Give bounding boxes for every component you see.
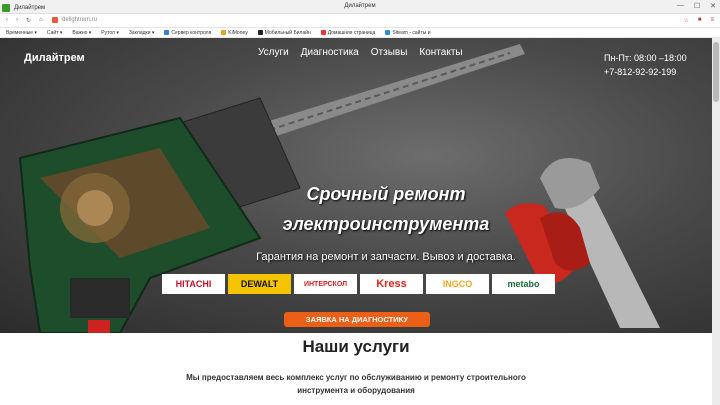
brand-logo-interskol: ИНТЕРСКОЛ [294,274,357,294]
site-header: Дилайтрем Услуги Диагностика Отзывы Конт… [0,38,712,84]
working-hours: Пн-Пт: 08:00 –18:00 [604,53,687,63]
window-title: Дилайтрем [344,3,376,9]
bookmark-item[interactable]: Закладки ▾ [129,30,155,36]
brand-logo-hitachi: HITACHI [162,274,225,294]
brand-logos: HITACHI DEWALT ИНТЕРСКОЛ Kress INGCO met… [162,274,555,294]
home-page-icon [320,29,326,35]
bookmark-item[interactable]: Временные ▾ [6,30,37,36]
address-bar: ‹ › ↻ ⌂ delightrem.ru ☆ ■ ≡ [0,14,720,28]
diagnostics-request-button[interactable]: ЗАЯВКА НА ДИАГНОСТИКУ [284,312,430,327]
brand-logo-metabo: metabo [492,274,555,294]
site-warning-icon [52,17,58,23]
menu-item-diagnostics[interactable]: Диагностика [301,47,359,58]
back-icon[interactable]: ‹ [6,17,8,24]
beeline-icon [257,29,263,35]
bookmark-item[interactable]: Мобильный Билайн [257,29,311,36]
services-description: Мы предоставляем весь комплекс услуг по … [186,373,526,395]
siteam-icon [385,29,391,35]
maximize-icon[interactable]: ☐ [694,2,700,10]
menu-item-services[interactable]: Услуги [258,47,289,58]
site-logo[interactable]: Дилайтрем [24,52,85,64]
bookmark-item[interactable]: Важно ▾ [72,30,91,36]
services-title: Наши услуги [302,337,410,356]
bookmark-item[interactable]: Сайт ▾ [47,30,62,36]
bookmark-star-icon[interactable]: ☆ [683,17,688,24]
brand-logo-kress: Kress [360,274,423,294]
hero-subline: Гарантия на ремонт и запчасти. Вывоз и д… [256,251,516,263]
bookmark-item[interactable]: Сервер контроля [164,30,211,36]
brand-logo-ingco: INGCO [426,274,489,294]
page-scrollbar[interactable] [712,38,720,405]
phone-link[interactable]: +7-812-92-92-199 [604,65,687,79]
scrollbar-thumb[interactable] [713,42,719,102]
url-text: delightrem.ru [62,17,98,23]
browser-titlebar: Дилайтрем Дилайтрем — ☐ ✕ [0,0,720,14]
minimize-icon[interactable]: — [677,2,684,10]
bookmark-item[interactable]: Рутол ▾ [101,30,119,36]
bookmarks-icon[interactable]: ■ [698,17,702,24]
folder-icon [164,29,170,35]
header-contacts: Пн-Пт: 08:00 –18:00 +7-812-92-92-199 [604,51,687,79]
url-field[interactable]: delightrem.ru [52,17,97,23]
menu-icon[interactable]: ≡ [710,17,714,24]
bookmark-item[interactable]: KiMoney [221,29,248,36]
brand-logo-dewalt: DEWALT [228,274,291,294]
main-menu: Услуги Диагностика Отзывы Контакты [258,47,463,58]
menu-item-reviews[interactable]: Отзывы [371,47,408,58]
hero-headline-line1: Срочный ремонт [306,184,466,204]
bookmarks-bar: Временные ▾ Сайт ▾ Важно ▾ Рутол ▾ Закла… [0,28,720,38]
hero-headline-line2: электроинструмента [282,214,490,234]
menu-item-contacts[interactable]: Контакты [419,47,462,58]
bookmark-item[interactable]: Домашняя страница [320,29,375,36]
bookmark-item[interactable]: Siteam - сайты и [385,29,431,36]
reload-icon[interactable]: ↻ [26,17,31,24]
wallet-icon [221,29,227,35]
close-icon[interactable]: ✕ [710,2,716,10]
home-icon[interactable]: ⌂ [39,17,43,24]
hero-section: Дилайтрем Услуги Диагностика Отзывы Конт… [0,38,712,333]
forward-icon[interactable]: › [16,17,18,24]
